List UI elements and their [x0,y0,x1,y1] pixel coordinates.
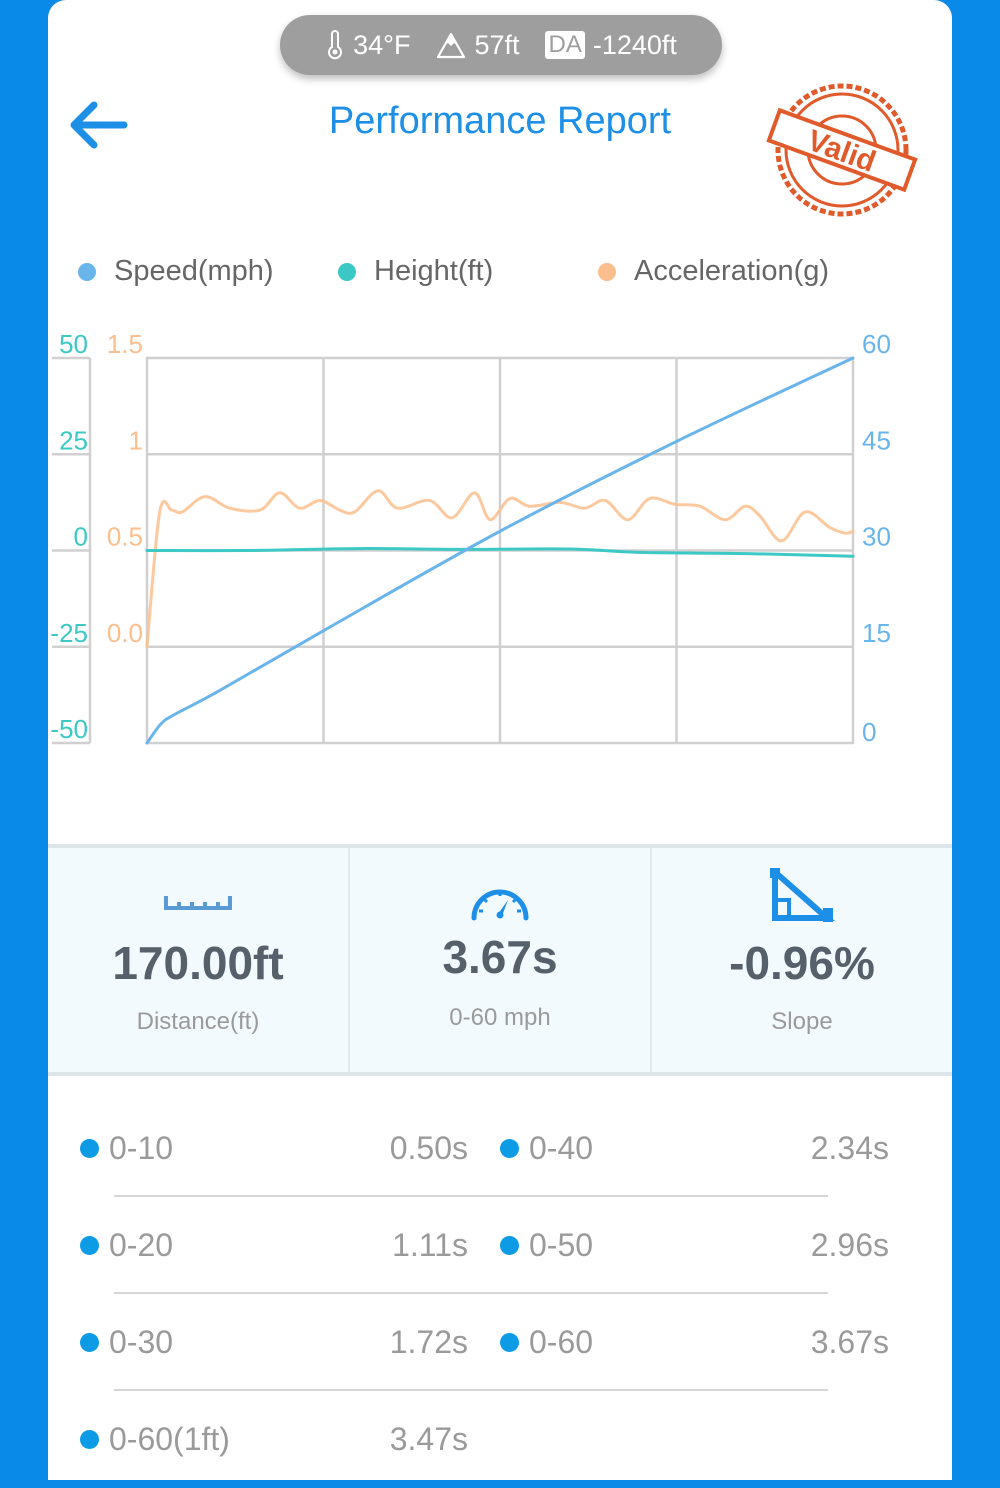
height-axis-tick-label: 0 [74,522,88,552]
acceleration-axis-tick-label: 0.0 [107,618,143,648]
height-axis-tick-label: -25 [50,618,88,648]
height-axis-tick-label: 50 [59,329,88,359]
split-time: 3.67s [810,1324,889,1360]
legend-item-speed[interactable]: Speed(mph) [78,255,274,288]
legend-dot-height [338,262,356,281]
split-label: 0-60(1ft) [109,1421,230,1457]
stats-panel: 170.00ft Distance(ft) 3.67s 0-60 mph -0.… [48,844,952,1076]
split-row: 0-60(1ft) 3.47s [48,1391,952,1488]
speed-axis-tick-label: 30 [862,522,891,552]
ruler-icon [164,896,232,910]
split-label: 0-10 [109,1130,174,1166]
temperature-item: 34°F [325,30,410,61]
stat-slope: -0.96% Slope [652,848,952,1072]
split-row: 0-30 1.72s 0-60 3.67s [48,1294,952,1391]
density-altitude-item: DA -1240ft [545,29,677,61]
split-item: 0-60 [500,1324,593,1361]
split-bullet-icon [500,1139,519,1158]
split-item: 0-20 [80,1227,173,1264]
split-row: 0-20 1.11s 0-50 2.96s [48,1197,952,1294]
split-time: 3.47s [389,1421,468,1457]
speed-axis-tick-label: 0 [862,717,876,747]
valid-stamp: Valid [766,83,918,217]
split-bullet-icon [80,1430,99,1449]
acceleration-axis-tick-label: 1.5 [107,329,143,359]
height-axis-tick-label: -50 [50,714,88,744]
slope-icon [770,868,835,922]
split-row: 0-10 0.50s 0-40 2.34s [48,1100,952,1197]
density-altitude-badge: DA [545,31,585,59]
stat-zero-to-sixty-label: 0-60 mph [449,1004,551,1031]
performance-chart: 50 25 0 -25 -50 1.5 1 0.5 0.0 60 45 30 15 0 [50,329,891,747]
split-bullet-icon [80,1333,99,1352]
split-time: 2.34s [810,1130,889,1166]
split-item: 0-40 [500,1130,593,1167]
stat-zero-to-sixty: 3.67s 0-60 mph [350,848,652,1072]
split-label: 0-40 [529,1130,594,1166]
split-label: 0-50 [529,1227,594,1263]
mountain-icon [437,32,466,59]
speed-axis-tick-label: 45 [862,425,891,455]
split-bullet-icon [500,1236,519,1255]
split-bullet-icon [80,1236,99,1255]
stat-distance: 170.00ft Distance(ft) [48,848,350,1072]
speed-axis-tick-label: 60 [862,329,891,359]
altitude-item: 57ft [436,30,519,61]
split-bullet-icon [80,1139,99,1158]
legend-dot-speed [78,262,96,281]
density-altitude-value: -1240ft [592,29,677,60]
legend-dot-acceleration [598,262,616,281]
split-item: 0-10 [80,1130,173,1167]
split-time: 2.96s [810,1227,889,1263]
split-label: 0-20 [109,1227,174,1263]
chart-legend: Speed(mph) Height(ft) Acceleration(g) [0,255,1000,299]
legend-item-acceleration[interactable]: Acceleration(g) [598,255,829,288]
speedometer-icon [471,889,529,921]
height-axis-tick-label: 25 [59,425,88,455]
split-item: 0-50 [500,1227,593,1264]
thermometer-icon [328,30,343,60]
legend-label-speed: Speed(mph) [114,255,274,287]
split-label: 0-60 [529,1324,594,1360]
stat-zero-to-sixty-value: 3.67s [442,931,558,983]
speed-axis-tick-label: 15 [862,618,891,648]
stat-slope-value: -0.96% [729,937,875,989]
split-time: 1.72s [389,1324,468,1360]
environment-conditions: 34°F 57ft DA -1240ft [280,15,722,75]
acceleration-axis-tick-label: 1 [129,425,143,455]
legend-label-acceleration: Acceleration(g) [634,255,830,287]
altitude-value: 57ft [474,29,520,60]
legend-label-height: Height(ft) [374,255,494,287]
split-bullet-icon [500,1333,519,1352]
split-label: 0-30 [109,1324,174,1360]
stat-distance-value: 170.00ft [112,937,284,989]
split-item: 0-30 [80,1324,173,1361]
split-item: 0-60(1ft) [80,1421,230,1458]
temperature-value: 34°F [353,29,411,60]
acceleration-axis-tick-label: 0.5 [107,522,143,552]
split-time: 0.50s [389,1130,468,1166]
stat-slope-label: Slope [771,1008,833,1035]
legend-item-height[interactable]: Height(ft) [338,255,493,288]
split-times-list: 0-10 0.50s 0-40 2.34s 0-20 1.11s 0-50 2.… [48,1100,952,1488]
split-time: 1.11s [392,1227,468,1263]
stat-distance-label: Distance(ft) [136,1008,260,1035]
